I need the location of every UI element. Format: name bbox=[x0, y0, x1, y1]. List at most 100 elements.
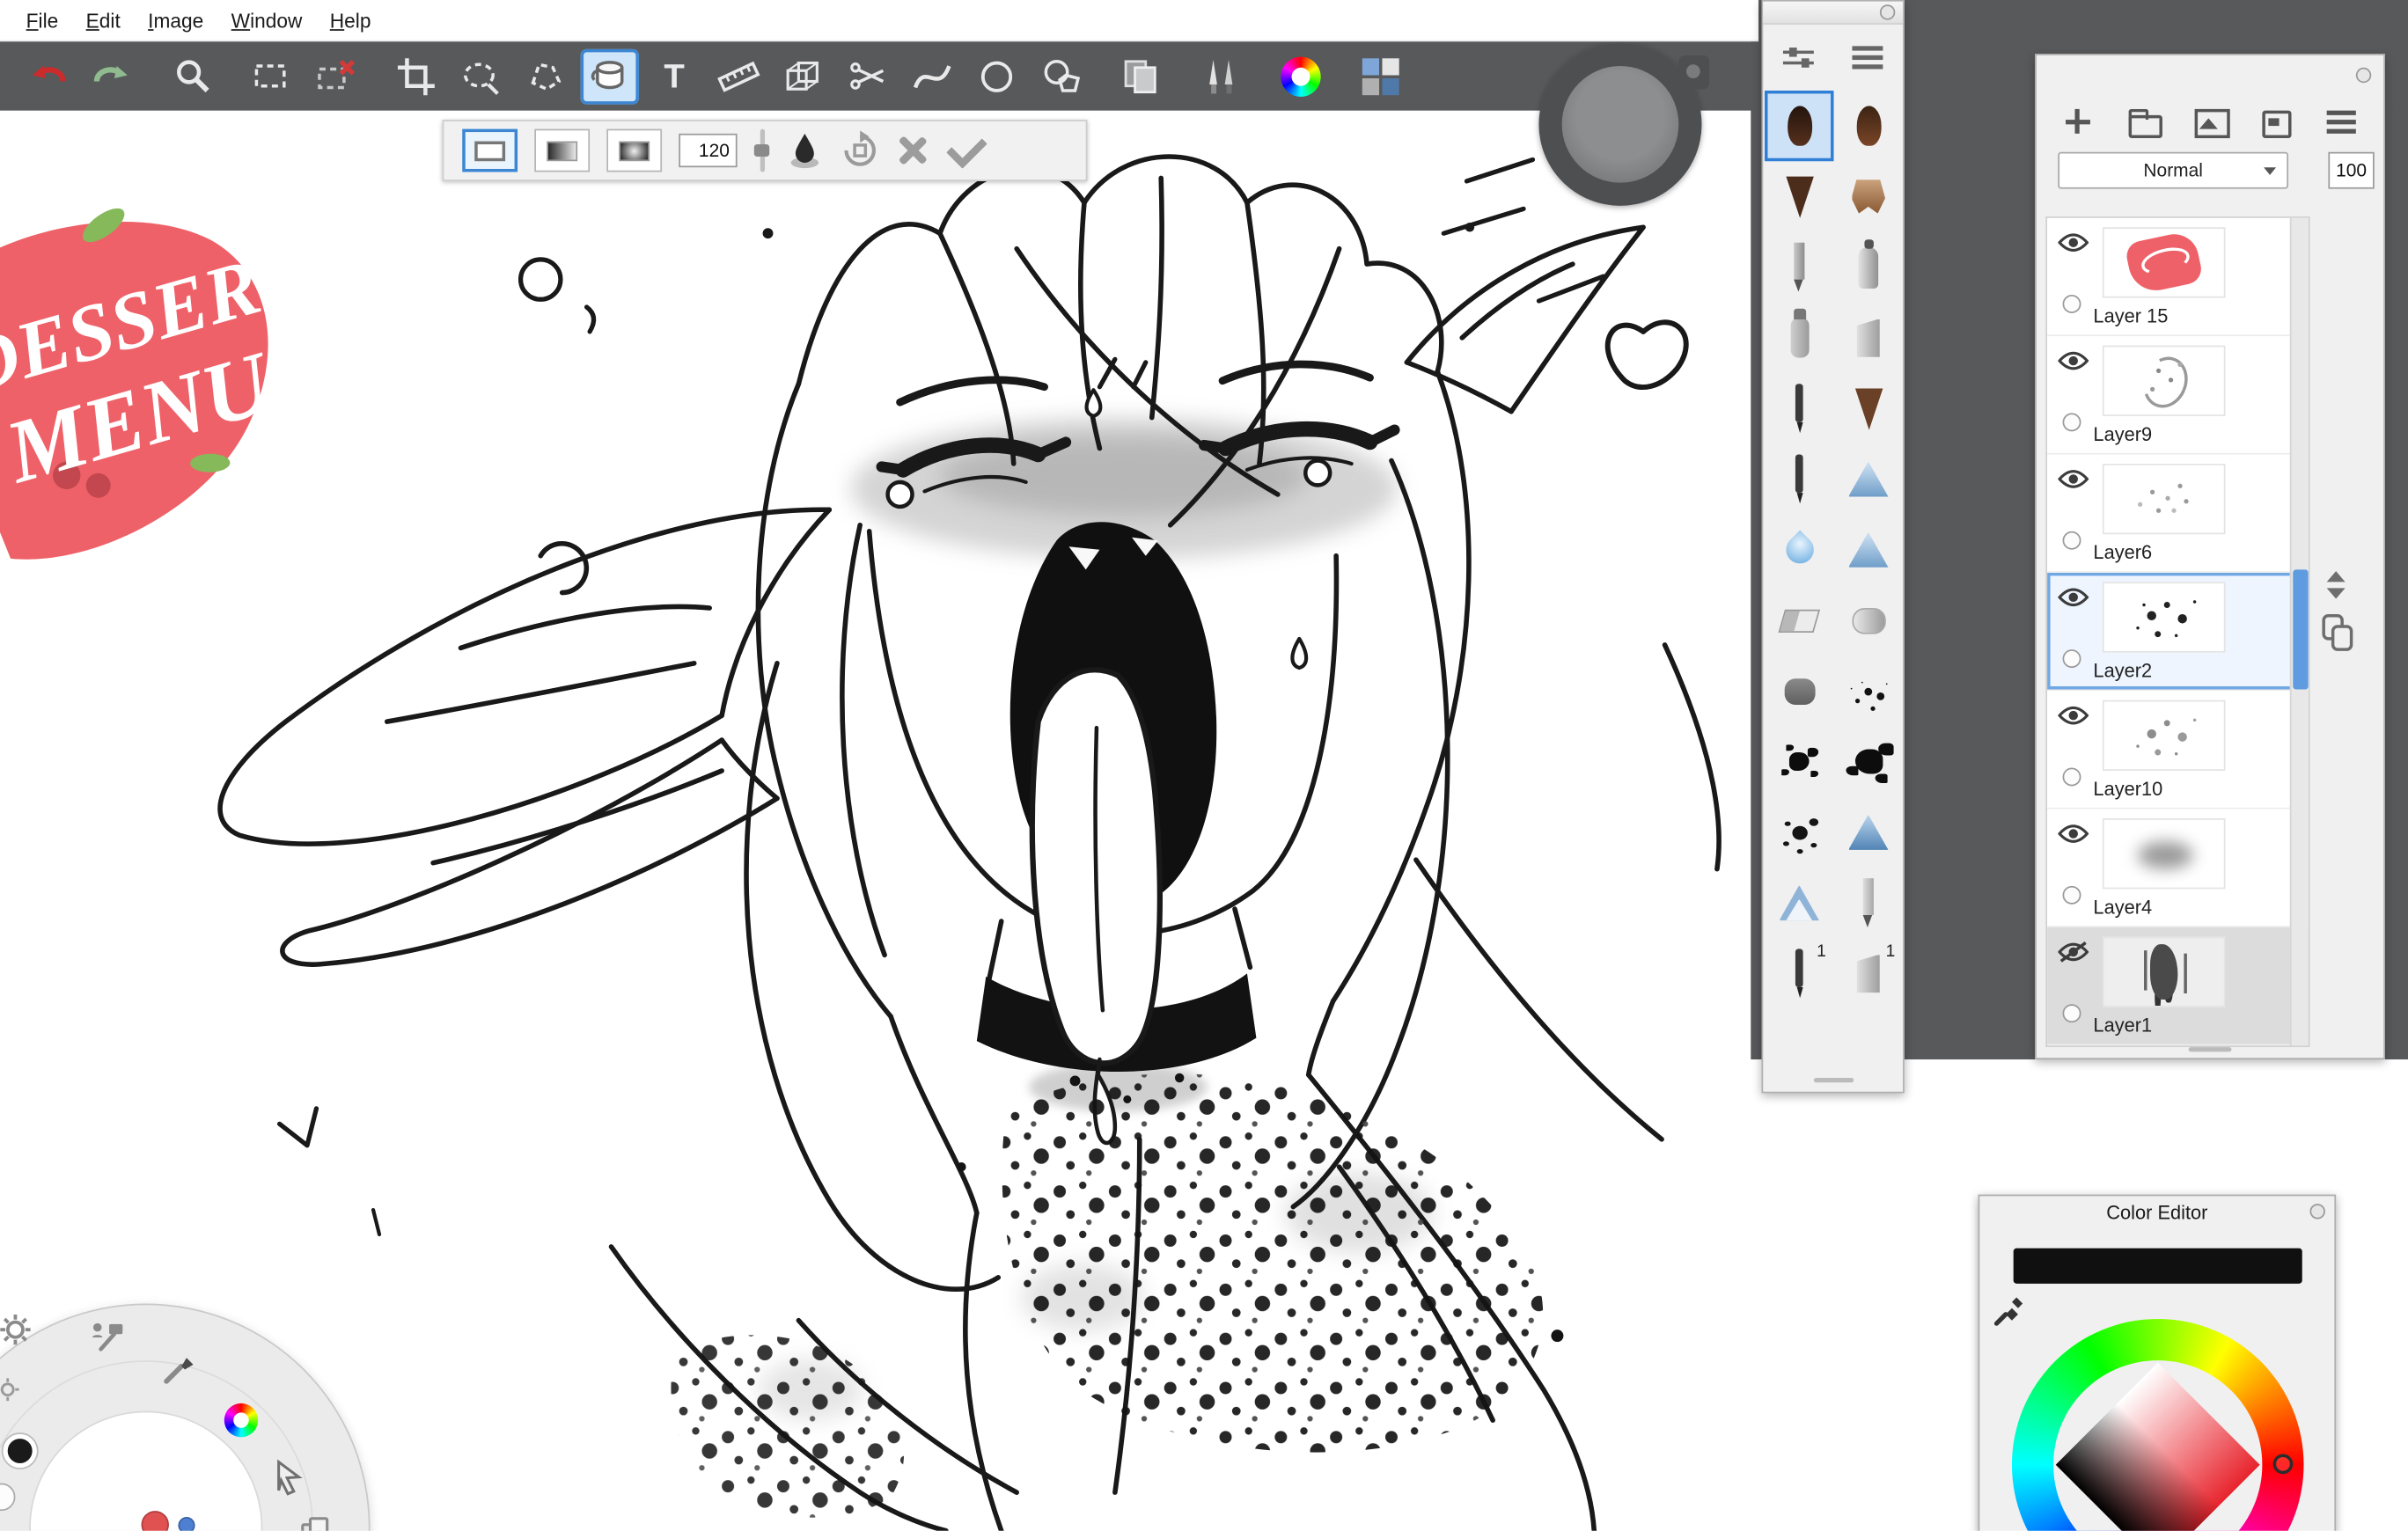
brush-airbrush[interactable] bbox=[1834, 231, 1904, 302]
fill-style-radial-gradient[interactable] bbox=[606, 129, 662, 172]
polygon-select-tool[interactable] bbox=[516, 48, 574, 104]
brush-flat-eraser[interactable] bbox=[1765, 585, 1834, 656]
pages-icon[interactable] bbox=[298, 1514, 335, 1531]
brush-watercolor-triangle-soft[interactable] bbox=[1834, 515, 1904, 585]
radial-shortcut-wheel[interactable] bbox=[0, 1305, 369, 1531]
brush-panel-resize-handle[interactable] bbox=[1813, 1078, 1853, 1082]
current-color-swatch[interactable] bbox=[2014, 1249, 2302, 1284]
brush-marker[interactable] bbox=[1765, 303, 1834, 373]
visibility-toggle[interactable] bbox=[2058, 941, 2091, 966]
layer-row[interactable]: Layer6 bbox=[2047, 455, 2309, 573]
deselect-tool[interactable] bbox=[307, 48, 365, 104]
menu-edit[interactable]: Edit bbox=[72, 4, 135, 36]
layer-row[interactable]: Layer10 bbox=[2047, 691, 2309, 809]
blend-mode-select[interactable]: Normal bbox=[2058, 152, 2288, 189]
visibility-toggle[interactable] bbox=[2058, 705, 2091, 729]
brush-chisel-marker[interactable] bbox=[1834, 303, 1904, 373]
brush-fine-pen[interactable] bbox=[1765, 373, 1834, 443]
brush-water-drop[interactable] bbox=[1765, 515, 1834, 585]
brush-splatter-small[interactable] bbox=[1834, 656, 1904, 726]
add-folder-button[interactable] bbox=[2127, 106, 2161, 136]
ink-drop-icon[interactable] bbox=[786, 130, 823, 170]
gear-icon[interactable] bbox=[0, 1311, 33, 1348]
layer-row[interactable]: Layer 15 bbox=[2047, 218, 2309, 336]
brush-splatter-scatter[interactable] bbox=[1765, 797, 1834, 868]
layers-panel-resize-handle[interactable] bbox=[2189, 1047, 2232, 1051]
brush-fan-brush[interactable] bbox=[1834, 161, 1904, 231]
brush-gray-pencil[interactable] bbox=[1834, 868, 1904, 938]
layer-list-scrollbar[interactable] bbox=[2290, 218, 2309, 1046]
cursor-icon[interactable] bbox=[270, 1459, 307, 1496]
visibility-toggle[interactable] bbox=[2058, 823, 2091, 847]
layer-radio[interactable] bbox=[2063, 886, 2081, 905]
color-wheel-button[interactable] bbox=[1272, 48, 1330, 104]
brush-round-brush[interactable] bbox=[1765, 91, 1834, 161]
ellipse-tool[interactable] bbox=[967, 48, 1025, 104]
cancel-button[interactable] bbox=[897, 136, 928, 166]
dual-brush-tool[interactable] bbox=[1192, 48, 1250, 104]
brush-round-eraser[interactable] bbox=[1834, 585, 1904, 656]
shape-combine-tool[interactable] bbox=[1032, 48, 1090, 104]
brush-pencil[interactable] bbox=[1765, 231, 1834, 302]
layer-radio[interactable] bbox=[2063, 1004, 2081, 1022]
brush-list-icon[interactable] bbox=[1853, 45, 1883, 70]
brush-settings-icon[interactable] bbox=[1783, 45, 1814, 70]
tablet-dial-tab[interactable] bbox=[1678, 55, 1709, 89]
layer-lock-button[interactable] bbox=[2316, 612, 2355, 651]
menu-window[interactable]: Window bbox=[217, 4, 316, 36]
zoom-tool[interactable] bbox=[163, 48, 221, 104]
ruler-tool[interactable] bbox=[709, 48, 767, 104]
paintbrush-icon[interactable] bbox=[159, 1352, 196, 1388]
curve-tool[interactable] bbox=[903, 48, 961, 104]
layer-radio[interactable] bbox=[2063, 768, 2081, 787]
text-tool[interactable]: T bbox=[645, 48, 703, 104]
palette-grid-button[interactable] bbox=[1352, 48, 1410, 104]
perspective-grid-tool[interactable] bbox=[774, 48, 832, 104]
layer-material-button[interactable] bbox=[2259, 106, 2293, 136]
crop-tool[interactable] bbox=[387, 48, 445, 104]
visibility-toggle[interactable] bbox=[2058, 350, 2091, 375]
hue-picker-handle[interactable] bbox=[2273, 1454, 2294, 1475]
redo-button[interactable] bbox=[83, 48, 141, 104]
layer-row[interactable]: Layer4 bbox=[2047, 809, 2309, 927]
layer-row-selected[interactable]: Layer2 bbox=[2047, 573, 2309, 691]
visibility-toggle[interactable] bbox=[2058, 231, 2091, 256]
small-gear-icon[interactable] bbox=[0, 1376, 21, 1403]
visibility-toggle[interactable] bbox=[2058, 587, 2091, 612]
panel-collapse-button[interactable] bbox=[1880, 4, 1895, 19]
layer-reorder-button[interactable] bbox=[2316, 565, 2355, 604]
foreground-color-swatch[interactable] bbox=[3, 1434, 36, 1468]
confirm-button[interactable] bbox=[944, 130, 984, 170]
layers-panel-collapse-button[interactable] bbox=[2356, 68, 2371, 83]
brush-splatter-medium[interactable] bbox=[1765, 726, 1834, 796]
copy-tool[interactable] bbox=[1112, 48, 1170, 104]
layer-row-hidden[interactable]: Layer1 bbox=[2047, 927, 2309, 1045]
layer-image-button[interactable] bbox=[2193, 106, 2227, 136]
menu-file[interactable]: File bbox=[12, 4, 72, 36]
snap-line-tool[interactable] bbox=[839, 48, 897, 104]
brush-triangle-outline[interactable] bbox=[1765, 868, 1834, 938]
tools-icon[interactable] bbox=[89, 1317, 126, 1354]
transform-icon[interactable] bbox=[841, 130, 880, 170]
fill-style-solid[interactable] bbox=[462, 129, 518, 172]
mini-color-wheel-icon[interactable] bbox=[224, 1403, 258, 1437]
brush-ink-pen[interactable] bbox=[1765, 443, 1834, 514]
brush-pointed-brush[interactable] bbox=[1765, 161, 1834, 231]
brush-watercolor-triangle-dark[interactable] bbox=[1834, 797, 1904, 868]
rectangle-select-tool[interactable] bbox=[243, 48, 301, 104]
undo-button[interactable] bbox=[18, 48, 77, 104]
add-layer-button[interactable] bbox=[2061, 106, 2095, 136]
size-input[interactable] bbox=[679, 134, 737, 167]
layer-opacity-input[interactable] bbox=[2328, 152, 2374, 189]
color-editor-collapse-button[interactable] bbox=[2309, 1204, 2324, 1219]
brush-soft-round-brush[interactable] bbox=[1834, 91, 1904, 161]
brush-splatter-large[interactable] bbox=[1834, 726, 1904, 796]
tablet-dial[interactable] bbox=[1538, 43, 1701, 206]
brush-watercolor-triangle[interactable] bbox=[1834, 443, 1904, 514]
layer-row[interactable]: Layer9 bbox=[2047, 336, 2309, 454]
fill-bucket-tool[interactable] bbox=[581, 48, 639, 104]
brush-numbered-chisel[interactable]: 1 bbox=[1834, 938, 1904, 1008]
layer-radio[interactable] bbox=[2063, 531, 2081, 550]
layer-radio[interactable] bbox=[2063, 413, 2081, 431]
layer-radio[interactable] bbox=[2063, 649, 2081, 668]
